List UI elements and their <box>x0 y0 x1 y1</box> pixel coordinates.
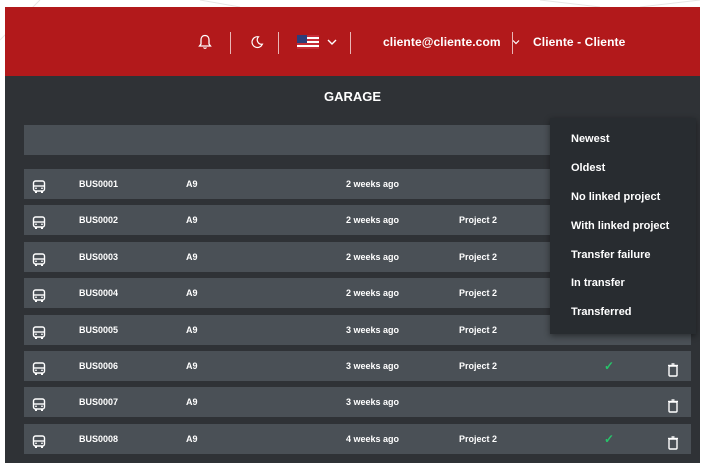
vehicle-model: A9 <box>186 361 198 371</box>
vehicle-id: BUS0006 <box>79 361 119 371</box>
project-name: Project 2 <box>459 251 498 262</box>
us-flag-icon <box>297 34 319 49</box>
vehicle-id: BUS0008 <box>79 433 119 444</box>
bus-icon <box>32 322 46 339</box>
trash-icon[interactable] <box>667 432 679 450</box>
transfer-status-icon: ✓ <box>604 359 615 373</box>
divider <box>512 32 513 54</box>
sort-option-no-linked-project[interactable]: No linked project <box>550 183 696 211</box>
user-email: cliente@cliente.com <box>383 34 501 49</box>
bus-icon <box>32 285 46 303</box>
divider <box>350 32 351 54</box>
sort-option-in-transfer[interactable]: In transfer <box>550 269 696 297</box>
last-update: 3 weeks ago <box>346 361 400 371</box>
project-name: Project 2 <box>459 288 498 299</box>
last-update: 4 weeks ago <box>346 433 400 444</box>
vehicle-model: A9 <box>186 288 198 299</box>
table-row[interactable]: BUS0007 A9 3 weeks ago <box>24 387 691 418</box>
vehicle-id: BUS0002 <box>79 215 119 226</box>
moon-icon[interactable] <box>250 7 264 76</box>
sort-option-with-linked-project[interactable]: With linked project <box>550 212 696 240</box>
vehicle-id: BUS0005 <box>79 324 119 335</box>
table-row[interactable]: BUS0008 A9 4 weeks ago Project 2 ✓ <box>24 423 691 454</box>
bell-icon[interactable] <box>198 7 212 76</box>
bus-icon <box>32 431 46 448</box>
last-update: 2 weeks ago <box>346 251 400 262</box>
bus-icon <box>32 212 46 230</box>
bus-icon <box>32 394 46 412</box>
table-row[interactable]: BUS0006 A9 3 weeks ago Project 2 ✓ <box>24 351 691 381</box>
project-name: Project 2 <box>459 324 498 335</box>
bus-icon <box>32 176 46 193</box>
user-menu[interactable]: cliente@cliente.com <box>383 7 520 76</box>
chevron-down-icon <box>327 39 337 45</box>
sort-option-oldest[interactable]: Oldest <box>550 154 696 182</box>
project-name: Project 2 <box>459 215 498 226</box>
vehicle-id: BUS0007 <box>79 397 119 408</box>
trash-icon[interactable] <box>667 359 679 377</box>
vehicle-model: A9 <box>186 215 198 226</box>
last-update: 2 weeks ago <box>346 288 400 299</box>
trash-icon[interactable] <box>667 395 679 414</box>
vehicle-model: A9 <box>186 251 198 262</box>
last-update: 3 weeks ago <box>346 324 400 335</box>
vehicle-model: A9 <box>186 179 198 189</box>
user-name-item[interactable]: Cliente - Cliente <box>533 7 625 76</box>
vehicle-id: BUS0003 <box>79 251 119 262</box>
page-title: GARAGE <box>323 89 382 104</box>
last-update: 2 weeks ago <box>346 215 400 226</box>
language-selector[interactable] <box>297 7 337 76</box>
vehicle-id: BUS0004 <box>79 288 119 299</box>
project-name: Project 2 <box>459 361 498 371</box>
sort-option-transferred[interactable]: Transferred <box>550 298 696 326</box>
last-update: 3 weeks ago <box>346 397 400 408</box>
vehicle-model: A9 <box>186 397 198 408</box>
project-name: Project 2 <box>459 433 498 444</box>
sort-option-transfer-failure[interactable]: Transfer failure <box>550 241 696 269</box>
vehicle-model: A9 <box>186 433 198 444</box>
divider <box>278 32 279 54</box>
bus-icon <box>32 249 46 266</box>
divider <box>230 32 231 54</box>
last-update: 2 weeks ago <box>346 179 400 189</box>
sort-menu: Newest Oldest No linked project With lin… <box>550 118 696 334</box>
top-bar: cliente@cliente.com Cliente - Cliente <box>5 7 700 76</box>
transfer-status-icon: ✓ <box>604 431 615 446</box>
sort-option-newest[interactable]: Newest <box>550 125 696 153</box>
user-name: Cliente - Cliente <box>533 34 626 49</box>
vehicle-model: A9 <box>186 324 198 335</box>
vehicle-id: BUS0001 <box>79 179 119 189</box>
app-window: cliente@cliente.com Cliente - Cliente GA… <box>5 7 700 463</box>
bus-icon <box>32 358 46 375</box>
